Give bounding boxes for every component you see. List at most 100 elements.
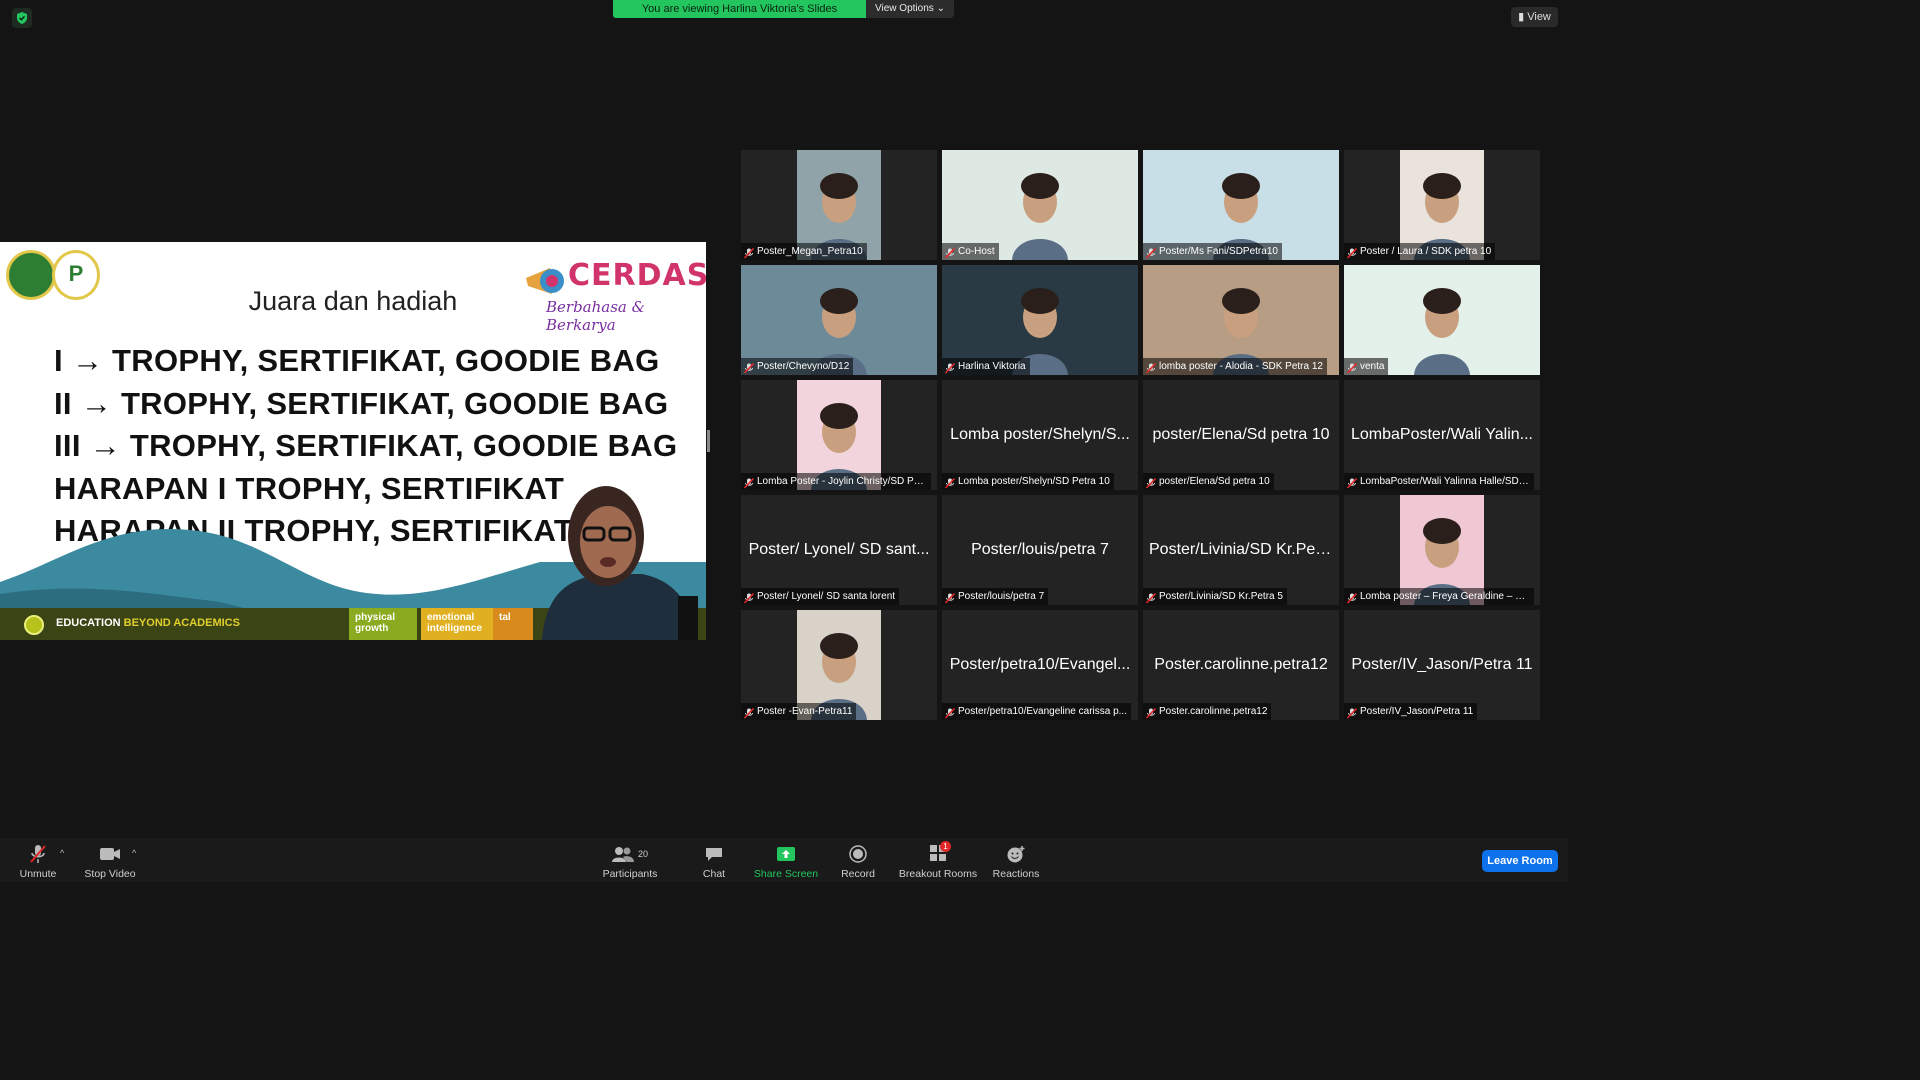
participant-name-label: Poster/ Lyonel/ SD santa lorent <box>741 588 900 605</box>
participant-tile[interactable]: Poster / Laura / SDK petra 10 <box>1344 150 1540 260</box>
participant-tile[interactable]: LombaPoster/Wali Yalin... LombaPoster/Wal… <box>1344 380 1540 490</box>
footer-logo <box>24 615 44 635</box>
view-options-dropdown[interactable]: View Options ⌄ <box>866 0 954 18</box>
stop-video-label: Stop Video <box>84 868 136 880</box>
muted-mic-icon <box>944 361 956 374</box>
participant-tile[interactable]: Poster/Livinia/SD Kr.Pet... Poster/Livini… <box>1143 495 1339 605</box>
viewing-banner: You are viewing Harlina Viktoria's Slide… <box>613 0 866 18</box>
participant-tile[interactable]: Poster/IV_Jason/Petra 11 Poster/IV_Jason/… <box>1344 610 1540 720</box>
stop-video-button[interactable]: Stop Video <box>82 844 138 880</box>
leave-room-button[interactable]: Leave Room <box>1482 850 1558 872</box>
participant-name-label: Poster_Megan_Petra10 <box>741 243 867 260</box>
reactions-label: Reactions <box>992 868 1040 880</box>
muted-mic-icon <box>1145 476 1157 489</box>
participant-name-label: Poster/Livinia/SD Kr.Petra 5 <box>1143 588 1287 605</box>
footer-text: EDUCATION BEYOND ACADEMICS <box>56 617 240 629</box>
prize-line: III → TROPHY, SERTIFIKAT, GOODIE BAG <box>54 428 678 463</box>
muted-mic-icon <box>944 706 956 719</box>
presenter-video-overlay <box>542 486 698 640</box>
muted-mic-icon <box>1346 361 1358 374</box>
participant-name-label: Poster/Ms Fani/SDPetra10 <box>1143 243 1282 260</box>
participant-name-label: Poster -Evan-Petra11 <box>741 703 857 720</box>
video-options-chevron-icon[interactable]: ^ <box>132 848 136 858</box>
participant-name-label: Poster / Laura / SDK petra 10 <box>1344 243 1496 260</box>
footer-chip: tal <box>493 608 533 640</box>
participant-tile[interactable]: Poster/louis/petra 7 Poster/louis/petra 7 <box>942 495 1138 605</box>
breakout-rooms-button[interactable]: 1 Breakout Rooms <box>898 840 978 880</box>
footer-chip: emotional intelligence <box>421 608 493 640</box>
participant-tile[interactable]: venta <box>1344 265 1540 375</box>
unmute-button[interactable]: Unmute <box>14 844 62 880</box>
footer-text-highlight: BEYOND ACADEMICS <box>123 617 240 629</box>
participant-tile[interactable]: Co-Host <box>942 150 1138 260</box>
participants-label: Participants <box>602 868 658 880</box>
muted-mic-icon <box>1145 591 1157 604</box>
participants-icon: 20 <box>600 844 660 864</box>
muted-mic-icon <box>14 844 62 864</box>
chevron-down-icon: ⌄ <box>936 3 945 14</box>
muted-mic-icon <box>944 246 956 259</box>
chat-button[interactable]: Chat <box>696 844 732 880</box>
participant-tile[interactable]: Poster.carolinne.petra12 Poster.carolinne… <box>1143 610 1339 720</box>
participant-tile[interactable]: Poster/ Lyonel/ SD sant... Poster/ Lyonel… <box>741 495 937 605</box>
participant-name-label: Poster.carolinne.petra12 <box>1143 703 1272 720</box>
prize-line: II → TROPHY, SERTIFIKAT, GOODIE BAG <box>54 385 669 421</box>
muted-mic-icon <box>1346 246 1358 259</box>
participant-tile[interactable]: Poster/petra10/Evangel... Poster/petra10/… <box>942 610 1138 720</box>
participant-name-label: poster/Elena/Sd petra 10 <box>1143 473 1274 490</box>
participant-tile[interactable]: Lomba Poster - Joylin Christy/SD Pe... <box>741 380 937 490</box>
participant-tile[interactable]: Poster_Megan_Petra10 <box>741 150 937 260</box>
footer-chip: physical growth <box>349 608 417 640</box>
share-screen-icon <box>752 844 820 864</box>
participant-tile[interactable]: Poster -Evan-Petra11 <box>741 610 937 720</box>
breakout-rooms-icon: 1 <box>898 840 978 864</box>
chat-label: Chat <box>702 868 726 880</box>
muted-mic-icon <box>1145 361 1157 374</box>
participant-tile[interactable]: Lomba poster – Freya Geraldine – S... <box>1344 495 1540 605</box>
breakout-rooms-label: Breakout Rooms <box>898 868 978 880</box>
prize-line: I → TROPHY, SERTIFIKAT, GOODIE BAG <box>54 343 660 378</box>
participant-tile[interactable]: Poster/Chevyno/D12 <box>741 265 937 375</box>
record-icon <box>836 844 880 864</box>
muted-mic-icon <box>743 706 755 719</box>
participant-name-label: Lomba Poster - Joylin Christy/SD Pe... <box>741 473 931 490</box>
muted-mic-icon <box>743 591 755 604</box>
chat-bubble-icon <box>696 844 732 864</box>
participant-name-label: lomba poster - Alodia - SDK Petra 12 <box>1143 358 1327 375</box>
muted-mic-icon <box>743 476 755 489</box>
video-camera-icon <box>82 844 138 864</box>
muted-mic-icon <box>1346 591 1358 604</box>
footer-text-main: EDUCATION <box>56 617 121 629</box>
smiley-plus-icon <box>990 844 1042 864</box>
participant-tile[interactable]: poster/Elena/Sd petra 10 poster/Elena/Sd … <box>1143 380 1339 490</box>
muted-mic-icon <box>1346 476 1358 489</box>
share-screen-button[interactable]: Share Screen <box>752 844 820 880</box>
participant-tile[interactable]: Lomba poster/Shelyn/S... Lomba poster/She… <box>942 380 1138 490</box>
muted-mic-icon <box>743 361 755 374</box>
record-label: Record <box>841 868 875 880</box>
muted-mic-icon <box>1346 706 1358 719</box>
slide-heading: Juara dan hadiah <box>248 286 458 316</box>
muted-mic-icon <box>1145 706 1157 719</box>
participants-button[interactable]: 20 Participants <box>600 844 660 880</box>
view-button[interactable]: ▮ View <box>1511 7 1558 27</box>
participant-tile[interactable]: lomba poster - Alodia - SDK Petra 12 <box>1143 265 1339 375</box>
participant-tile[interactable]: Harlina Viktoria <box>942 265 1138 375</box>
security-shield-icon[interactable] <box>12 8 32 28</box>
view-button-label: View <box>1527 11 1551 23</box>
participant-name-label: Harlina Viktoria <box>942 358 1030 375</box>
record-button[interactable]: Record <box>836 844 880 880</box>
share-screen-label: Share Screen <box>753 868 819 880</box>
unmute-label: Unmute <box>19 868 57 880</box>
layout-icon: ▮ <box>1518 11 1525 23</box>
participant-name-label: Poster/Chevyno/D12 <box>741 358 854 375</box>
muted-mic-icon <box>743 246 755 259</box>
muted-mic-icon <box>944 476 956 489</box>
breakout-badge: 1 <box>940 840 951 852</box>
participant-tile[interactable]: Poster/Ms Fani/SDPetra10 <box>1143 150 1339 260</box>
muted-mic-icon <box>1145 246 1157 259</box>
divider-drag-handle[interactable] <box>707 430 710 452</box>
participant-name-label: Poster/louis/petra 7 <box>942 588 1049 605</box>
audio-options-chevron-icon[interactable]: ^ <box>60 848 64 858</box>
reactions-button[interactable]: Reactions <box>990 844 1042 880</box>
